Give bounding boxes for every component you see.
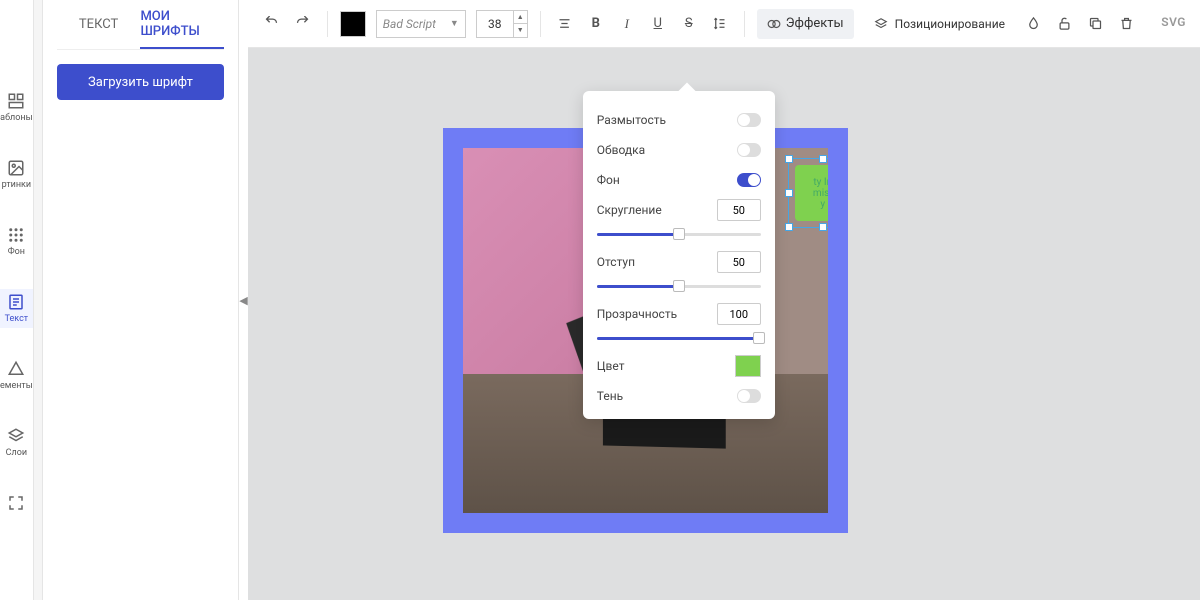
redo-icon bbox=[295, 16, 310, 31]
effect-shadow-label: Тень bbox=[597, 389, 623, 403]
upload-font-button[interactable]: Загрузить шрифт bbox=[57, 64, 224, 100]
resize-handle[interactable] bbox=[785, 189, 793, 197]
effect-stroke-label: Обводка bbox=[597, 143, 645, 157]
scroll-gutter bbox=[34, 0, 43, 600]
effects-popover: Размытость Обводка Фон Скругление Отступ bbox=[583, 91, 775, 419]
nav-label: аблоны bbox=[0, 113, 32, 123]
nav-label: Слои bbox=[6, 448, 27, 458]
nav-label: ртинки bbox=[2, 180, 31, 190]
text-file-icon bbox=[7, 293, 25, 311]
nav-layers[interactable]: Слои bbox=[0, 423, 33, 462]
effects-label: Эффекты bbox=[786, 16, 844, 31]
effect-bg-label: Фон bbox=[597, 173, 620, 187]
nav-elements[interactable]: ементы bbox=[0, 356, 33, 395]
nav-text[interactable]: Текст bbox=[0, 289, 33, 328]
nav-label: Фон bbox=[8, 247, 25, 257]
resize-handle[interactable] bbox=[785, 223, 793, 231]
opacity-button[interactable] bbox=[1021, 10, 1045, 38]
stroke-toggle[interactable] bbox=[737, 143, 761, 157]
italic-button[interactable]: I bbox=[615, 10, 639, 38]
redo-button[interactable] bbox=[291, 10, 315, 38]
underline-button[interactable]: U bbox=[646, 10, 670, 38]
shadow-toggle[interactable] bbox=[737, 389, 761, 403]
font-family-select[interactable]: Bad Script ▼ bbox=[376, 10, 466, 38]
font-size-input[interactable]: 38 ▲▼ bbox=[476, 10, 528, 38]
svg-badge: SVG bbox=[1161, 15, 1186, 29]
opacity-slider[interactable] bbox=[597, 329, 761, 347]
align-center-icon bbox=[557, 16, 572, 31]
delete-button[interactable] bbox=[1114, 10, 1138, 38]
padding-input[interactable] bbox=[717, 251, 761, 273]
bold-button[interactable]: B bbox=[584, 10, 608, 38]
sel-text-line: ty In bbox=[813, 177, 827, 188]
nav-background[interactable]: Фон bbox=[0, 222, 33, 261]
trash-icon bbox=[1119, 16, 1134, 31]
effects-icon bbox=[767, 17, 781, 31]
radius-slider[interactable] bbox=[597, 225, 761, 243]
bg-toggle[interactable] bbox=[737, 173, 761, 187]
line-height-button[interactable] bbox=[708, 10, 732, 38]
tab-my-fonts[interactable]: МОИ ШРИФТЫ bbox=[140, 0, 224, 49]
layers-icon bbox=[7, 427, 25, 445]
resize-handle[interactable] bbox=[819, 155, 827, 163]
grid-icon bbox=[7, 92, 25, 110]
copy-icon bbox=[1088, 16, 1103, 31]
effect-padding-label: Отступ bbox=[597, 255, 635, 269]
positioning-button[interactable]: Позиционирование bbox=[895, 17, 1005, 31]
undo-icon bbox=[264, 16, 279, 31]
effect-opacity-label: Прозрачность bbox=[597, 307, 677, 321]
lock-button[interactable] bbox=[1052, 10, 1076, 38]
resize-handle[interactable] bbox=[819, 223, 827, 231]
nav-templates[interactable]: аблоны bbox=[0, 88, 33, 127]
undo-button[interactable] bbox=[260, 10, 284, 38]
padding-slider[interactable] bbox=[597, 277, 761, 295]
font-name-label: Bad Script bbox=[383, 17, 436, 31]
expand-icon bbox=[7, 494, 25, 512]
side-panel-tabs: ТЕКСТ МОИ ШРИФТЫ bbox=[57, 0, 224, 50]
font-size-up[interactable]: ▲ bbox=[514, 11, 527, 25]
nav-label: Текст bbox=[5, 314, 29, 324]
image-icon bbox=[7, 159, 25, 177]
blur-toggle[interactable] bbox=[737, 113, 761, 127]
chevron-down-icon: ▼ bbox=[450, 18, 459, 29]
effects-button[interactable]: Эффекты bbox=[757, 9, 854, 39]
droplet-icon bbox=[1026, 16, 1041, 31]
align-button[interactable] bbox=[553, 10, 577, 38]
font-size-value: 38 bbox=[477, 17, 513, 31]
strikethrough-button[interactable]: S bbox=[677, 10, 701, 38]
effect-color-label: Цвет bbox=[597, 359, 625, 373]
nav-label: ементы bbox=[0, 381, 33, 391]
radius-input[interactable] bbox=[717, 199, 761, 221]
nav-fullscreen[interactable] bbox=[0, 490, 33, 516]
duplicate-button[interactable] bbox=[1083, 10, 1107, 38]
opacity-input[interactable] bbox=[717, 303, 761, 325]
font-size-down[interactable]: ▼ bbox=[514, 24, 527, 37]
shapes-icon bbox=[7, 360, 25, 378]
side-panel: ТЕКСТ МОИ ШРИФТЫ Загрузить шрифт bbox=[43, 0, 239, 600]
collapse-panel-button[interactable]: ◀ bbox=[239, 0, 248, 600]
unlock-icon bbox=[1057, 16, 1072, 31]
dots-grid-icon bbox=[7, 226, 25, 244]
tab-text[interactable]: ТЕКСТ bbox=[57, 0, 141, 49]
resize-handle[interactable] bbox=[785, 155, 793, 163]
editor-main: Bad Script ▼ 38 ▲▼ B I U S Эффекты Позиц… bbox=[248, 0, 1200, 600]
sel-text-line: mist bbox=[813, 188, 828, 199]
sel-text-line: y bbox=[820, 199, 825, 210]
selected-text-element[interactable]: ty In mist y bbox=[788, 158, 828, 228]
line-height-icon bbox=[712, 16, 727, 31]
canvas[interactable]: ty In mist y Размытость bbox=[248, 48, 1200, 600]
bg-color-swatch[interactable] bbox=[735, 355, 761, 377]
text-toolbar: Bad Script ▼ 38 ▲▼ B I U S Эффекты Позиц… bbox=[248, 0, 1200, 48]
effect-blur-label: Размытость bbox=[597, 113, 666, 127]
text-color-swatch[interactable] bbox=[340, 11, 366, 37]
effect-radius-label: Скругление bbox=[597, 203, 662, 217]
layers-icon bbox=[874, 17, 888, 31]
nav-pictures[interactable]: ртинки bbox=[0, 155, 33, 194]
left-navigation: аблоны ртинки Фон Текст ементы Слои bbox=[0, 0, 34, 600]
